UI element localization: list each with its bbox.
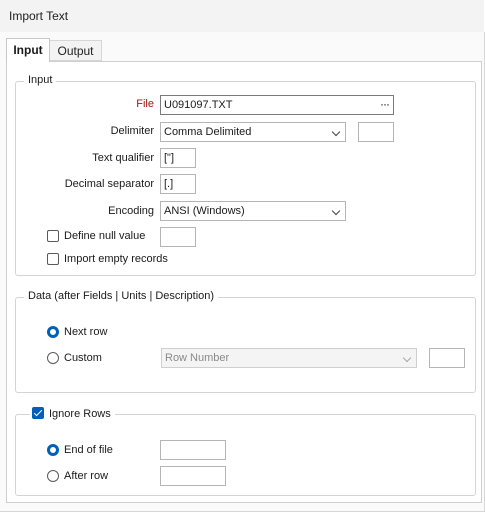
text-qualifier-input[interactable]: ["] <box>160 148 196 168</box>
delimiter-select[interactable]: Comma Delimited <box>160 122 346 142</box>
input-group: Input File U091097.TXT ··· Delimiter Com… <box>15 74 476 276</box>
title-bar <box>0 0 484 33</box>
ellipsis-icon[interactable]: ··· <box>380 98 390 110</box>
define-null-value-checkbox[interactable] <box>47 230 59 242</box>
chevron-down-icon <box>402 353 412 363</box>
ignore-rows-group: Ignore Rows End of file After row <box>15 407 476 496</box>
null-value-input[interactable] <box>160 227 196 247</box>
delimiter-label: Delimiter <box>110 125 154 137</box>
after-row-label: After row <box>64 470 109 482</box>
window-title: Import Text <box>9 9 69 23</box>
decimal-separator-input[interactable]: [.] <box>160 174 196 194</box>
file-input-value: U091097.TXT <box>164 99 233 111</box>
next-row-radio[interactable] <box>47 326 59 338</box>
after-row-input[interactable] <box>160 466 226 486</box>
data-group-legend: Data (after Fields | Units | Description… <box>24 290 219 302</box>
encoding-select[interactable]: ANSI (Windows) <box>160 201 346 221</box>
ignore-rows-legend: Ignore Rows <box>30 407 115 420</box>
end-of-file-label: End of file <box>64 444 113 456</box>
custom-row-input[interactable] <box>429 348 465 368</box>
file-input[interactable]: U091097.TXT ··· <box>160 95 394 115</box>
next-row-label: Next row <box>64 326 108 338</box>
tab-panel-input: Input File U091097.TXT ··· Delimiter Com… <box>6 61 482 503</box>
ignore-rows-checkbox[interactable] <box>32 407 44 419</box>
custom-label: Custom <box>64 352 102 364</box>
end-of-file-input[interactable] <box>160 440 226 460</box>
custom-row-select-value: Row Number <box>165 352 230 364</box>
chevron-down-icon <box>331 127 341 137</box>
custom-radio[interactable] <box>47 352 59 364</box>
file-label: File <box>136 98 154 110</box>
import-empty-records-label: Import empty records <box>64 253 168 265</box>
chevron-down-icon <box>331 206 341 216</box>
data-group: Data (after Fields | Units | Description… <box>15 290 476 393</box>
end-of-file-radio[interactable] <box>47 444 59 456</box>
encoding-label: Encoding <box>108 205 154 217</box>
define-null-value-label: Define null value <box>64 230 146 242</box>
tab-output[interactable]: Output <box>50 40 102 61</box>
import-empty-records-checkbox[interactable] <box>47 253 59 265</box>
tab-input[interactable]: Input <box>6 38 50 62</box>
text-qualifier-label: Text qualifier <box>92 152 154 164</box>
ignore-rows-label: Ignore Rows <box>49 408 111 420</box>
after-row-radio[interactable] <box>47 470 59 482</box>
encoding-select-value: ANSI (Windows) <box>164 205 245 217</box>
delimiter-select-value: Comma Delimited <box>164 126 252 138</box>
custom-row-select[interactable]: Row Number <box>161 348 417 368</box>
delimiter-custom-input[interactable] <box>358 122 394 142</box>
input-group-legend: Input <box>24 74 57 86</box>
decimal-separator-label: Decimal separator <box>64 178 154 190</box>
